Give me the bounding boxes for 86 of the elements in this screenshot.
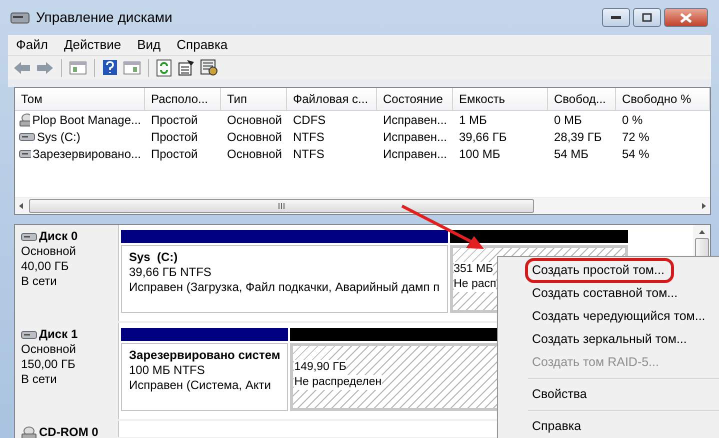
partition-info-text: 39,66 ГБ NTFS: [129, 265, 212, 280]
properties-button[interactable]: [176, 58, 196, 77]
cd-drive-icon: [21, 426, 37, 438]
disk-info-text: В сети: [21, 274, 58, 289]
scroll-left-icon[interactable]: [17, 202, 25, 210]
drive-icon: [19, 148, 31, 158]
drive-icon: [19, 132, 35, 142]
table-cell-text: Основной: [226, 146, 284, 162]
minimize-button[interactable]: [602, 8, 630, 27]
table-cell-text: 72 %: [621, 128, 650, 145]
partition-info-text: Исправен (Система, Акти: [129, 378, 271, 393]
menu-item[interactable]: Справка: [498, 415, 719, 438]
column-header[interactable]: Файловая с...: [287, 88, 377, 111]
table-cell-text: Основной: [226, 128, 284, 145]
drive-icon: [21, 330, 37, 340]
disk-name: CD-ROM 0: [39, 425, 98, 438]
window-title: Управление дисками: [36, 8, 172, 27]
table-cell-text: 0 МБ: [553, 112, 583, 128]
table-cell-text: NTFS: [292, 146, 326, 162]
table-cell-text: Plop Boot Manage...: [32, 112, 141, 128]
column-header[interactable]: Свободно %: [616, 88, 710, 111]
close-button[interactable]: [664, 8, 708, 27]
horizontal-scrollbar[interactable]: [15, 197, 710, 214]
disk-name: Диск 1: [39, 327, 78, 342]
table-cell-text: 100 МБ: [458, 146, 502, 162]
table-cell-text: NTFS: [292, 128, 326, 145]
disk-name: Диск 0: [39, 229, 78, 244]
grip-icon: [278, 203, 285, 209]
table-cell-text: Sys (C:): [37, 128, 80, 146]
partition-title: Sys (C:): [129, 250, 178, 265]
table-cell-text: 1 МБ: [458, 112, 488, 128]
close-icon: [680, 12, 692, 22]
disk-info-text: Основной: [21, 342, 78, 357]
column-header[interactable]: Располо...: [145, 88, 221, 111]
maximize-button[interactable]: [633, 8, 661, 27]
scroll-up-icon[interactable]: [698, 229, 706, 235]
menu-item[interactable]: Файл: [8, 35, 56, 55]
table-cell-text: Исправен...: [382, 128, 448, 145]
drive-icon: [21, 232, 37, 242]
cd-drive-icon: [19, 112, 30, 126]
action-pane-button[interactable]: [122, 58, 142, 76]
table-cell-text: Исправен...: [382, 146, 448, 162]
column-header[interactable]: Состояние: [377, 88, 453, 111]
disk-info-text: 40,00 ГБ: [21, 259, 70, 274]
menu-item[interactable]: Вид: [129, 35, 169, 55]
column-header[interactable]: Тип: [221, 88, 287, 111]
partition-info-text: Не расп: [454, 277, 496, 292]
menu-item[interactable]: Справка: [168, 35, 236, 55]
partition-info-text: 149,90 ГБ: [294, 360, 346, 375]
disk-info-text: 150,00 ГБ: [21, 357, 76, 372]
table-cell-text: 28,39 ГБ: [553, 128, 603, 145]
settings-button[interactable]: [199, 58, 219, 77]
table-cell-text: Исправен...: [382, 112, 448, 128]
menu-item[interactable]: Создать простой том...: [526, 259, 673, 282]
table-cell-text: Зарезервировано...: [32, 146, 141, 162]
minimize-icon: [611, 16, 621, 20]
partition-info-text: Исправен (Загрузка, Файл подкачки, Аварийный дамп п: [129, 280, 440, 295]
table-cell-text: Простой: [150, 146, 199, 162]
refresh-button[interactable]: [155, 58, 173, 78]
scroll-thumb[interactable]: [29, 199, 534, 213]
table-cell-text: Простой: [150, 112, 199, 128]
partition-info-text: 351 МБ: [454, 262, 494, 277]
menu-item[interactable]: Действие: [56, 35, 130, 55]
table-cell-text: Основной: [226, 112, 284, 128]
partition-info-text: 100 МБ NTFS: [129, 363, 205, 378]
column-header[interactable]: Свобод...: [548, 88, 616, 111]
partition-title: Зарезервировано систем: [129, 348, 280, 363]
column-header[interactable]: Том: [15, 88, 145, 111]
scroll-right-icon[interactable]: [700, 202, 708, 210]
partition-info-text: Не распределен: [294, 375, 382, 390]
table-cell-text: 54 МБ: [553, 146, 590, 162]
help-icon[interactable]: [101, 58, 119, 77]
table-cell-text: Простой: [150, 128, 199, 145]
console-tree-button[interactable]: [68, 58, 88, 76]
table-cell-text: CDFS: [292, 112, 327, 128]
column-header[interactable]: Емкость: [453, 88, 548, 111]
disk-info-text: Основной: [21, 244, 78, 259]
menu-item[interactable]: Создать составной том...: [498, 282, 719, 305]
table-cell-text: 54 %: [621, 146, 650, 162]
partition-block[interactable]: Sys (C:) 39,66 ГБ NTFS Исправен (Загрузка, Файл подкачки, Аварийный дамп п: [121, 245, 448, 313]
table-cell-text: 39,66 ГБ: [458, 128, 508, 145]
maximize-icon: [642, 13, 652, 22]
table-cell-text: 0 %: [621, 112, 644, 128]
menu-item[interactable]: Создать чередующийся том...: [498, 305, 719, 328]
disk-info-text: В сети: [21, 372, 58, 387]
partition-block[interactable]: Зарезервировано систем 100 МБ NTFS Исправен (Система, Акти: [121, 343, 288, 411]
